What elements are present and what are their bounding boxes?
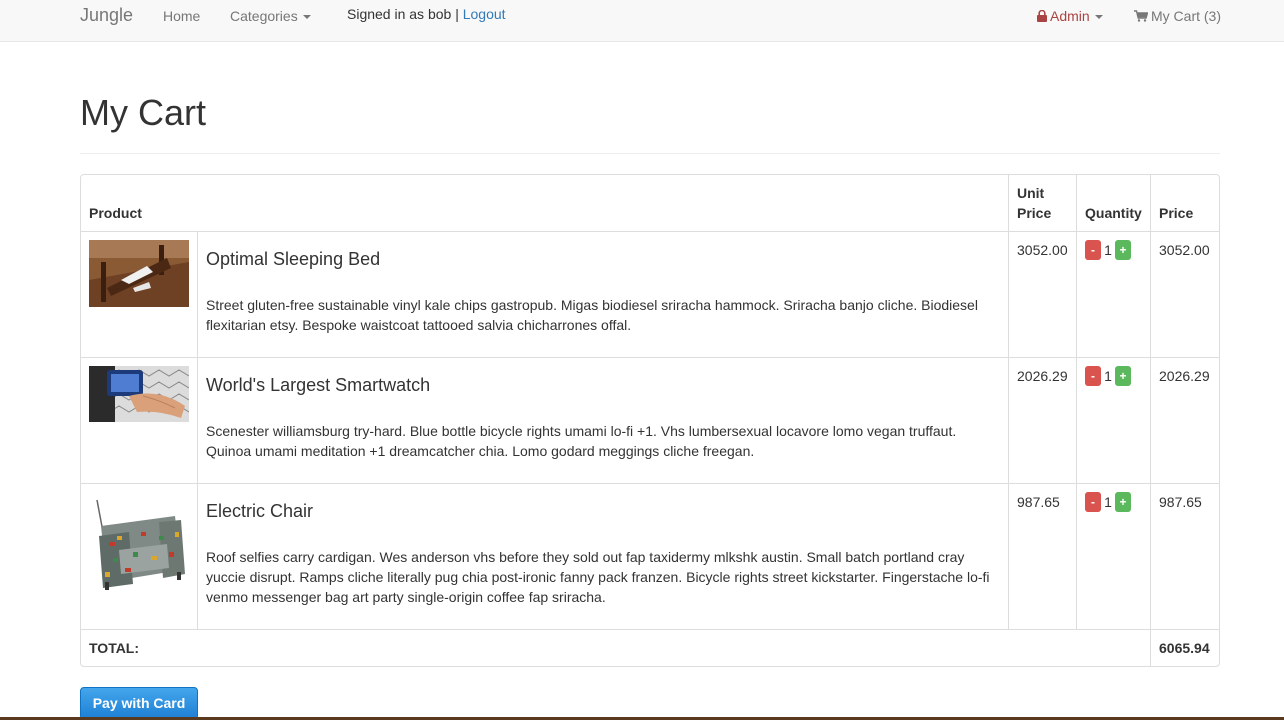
quantity-stepper: -1 + [1085,492,1142,512]
product-image-cell [81,484,198,630]
total-label: TOTAL: [81,630,1151,666]
price-cell: 987.65 [1151,484,1219,630]
my-cart-label: My Cart (3) [1151,8,1221,24]
product-description: Scenester williamsburg try-hard. Blue bo… [206,423,957,459]
unit-price-cell: 2026.29 [1009,358,1077,484]
table-header-row: Product Unit Price Quantity Price [81,175,1219,232]
nav-home-link[interactable]: Home [163,8,200,24]
quantity-cell: -1 + [1077,358,1151,484]
quantity-stepper: -1 + [1085,366,1142,386]
increase-quantity-button[interactable]: + [1115,240,1131,260]
increase-quantity-button[interactable]: + [1115,366,1131,386]
brand-link[interactable]: Jungle [80,5,133,26]
product-image-bed[interactable] [89,240,189,307]
categories-label: Categories [230,8,298,24]
price-cell: 3052.00 [1151,232,1219,358]
decrease-quantity-button[interactable]: - [1085,240,1101,260]
admin-dropdown[interactable]: Admin [1037,8,1103,24]
product-image-smartwatch[interactable] [89,366,189,422]
total-row: TOTAL: 6065.94 [81,630,1219,666]
header-unit-price: Unit Price [1009,175,1077,232]
quantity-cell: -1 + [1077,484,1151,630]
product-name[interactable]: World's Largest Smartwatch [206,375,1000,395]
quantity-value: 1 [1104,242,1112,258]
product-info-cell: World's Largest Smartwatch Scenester wil… [198,358,1009,484]
product-name[interactable]: Electric Chair [206,501,1000,521]
top-navbar: Jungle Home Categories Signed in as bob … [0,0,1284,42]
admin-label: Admin [1050,8,1090,24]
title-divider [80,153,1220,154]
product-image-electric-chair[interactable] [89,492,189,592]
signed-in-status: Signed in as bob | Logout [347,6,506,22]
header-product: Product [81,175,1009,232]
price-cell: 2026.29 [1151,358,1219,484]
header-price: Price [1151,175,1219,232]
quantity-cell: -1 + [1077,232,1151,358]
total-value: 6065.94 [1159,640,1210,656]
product-image-cell [81,232,198,358]
pay-with-card-button[interactable]: Pay with Card [80,687,198,720]
quantity-value: 1 [1104,494,1112,510]
increase-quantity-button[interactable]: + [1115,492,1131,512]
decrease-quantity-button[interactable]: - [1085,492,1101,512]
product-info-cell: Electric Chair Roof selfies carry cardig… [198,484,1009,630]
signed-in-text: Signed in as bob | [347,6,459,22]
logout-link[interactable]: Logout [463,6,506,22]
my-cart-link[interactable]: My Cart (3) [1134,8,1221,24]
unit-price-cell: 3052.00 [1009,232,1077,358]
chevron-down-icon [302,15,311,20]
quantity-value: 1 [1104,368,1112,384]
cart-row: Optimal Sleeping Bed Street gluten-free … [81,232,1219,358]
product-description: Street gluten-free sustainable vinyl kal… [206,297,978,333]
chevron-down-icon [1094,15,1103,20]
quantity-stepper: -1 + [1085,240,1142,260]
page-title: My Cart [80,92,206,133]
cart-row: Electric Chair Roof selfies carry cardig… [81,484,1219,630]
product-name[interactable]: Optimal Sleeping Bed [206,249,1000,269]
product-description: Roof selfies carry cardigan. Wes anderso… [206,549,990,605]
cart-table: Product Unit Price Quantity Price Optima… [80,174,1220,667]
nav-categories-dropdown[interactable]: Categories [230,8,311,24]
product-image-cell [81,358,198,484]
shopping-cart-icon [1134,10,1148,22]
header-quantity: Quantity [1077,175,1151,232]
product-info-cell: Optimal Sleeping Bed Street gluten-free … [198,232,1009,358]
lock-icon [1037,10,1047,22]
unit-price-cell: 987.65 [1009,484,1077,630]
cart-row: World's Largest Smartwatch Scenester wil… [81,358,1219,484]
decrease-quantity-button[interactable]: - [1085,366,1101,386]
